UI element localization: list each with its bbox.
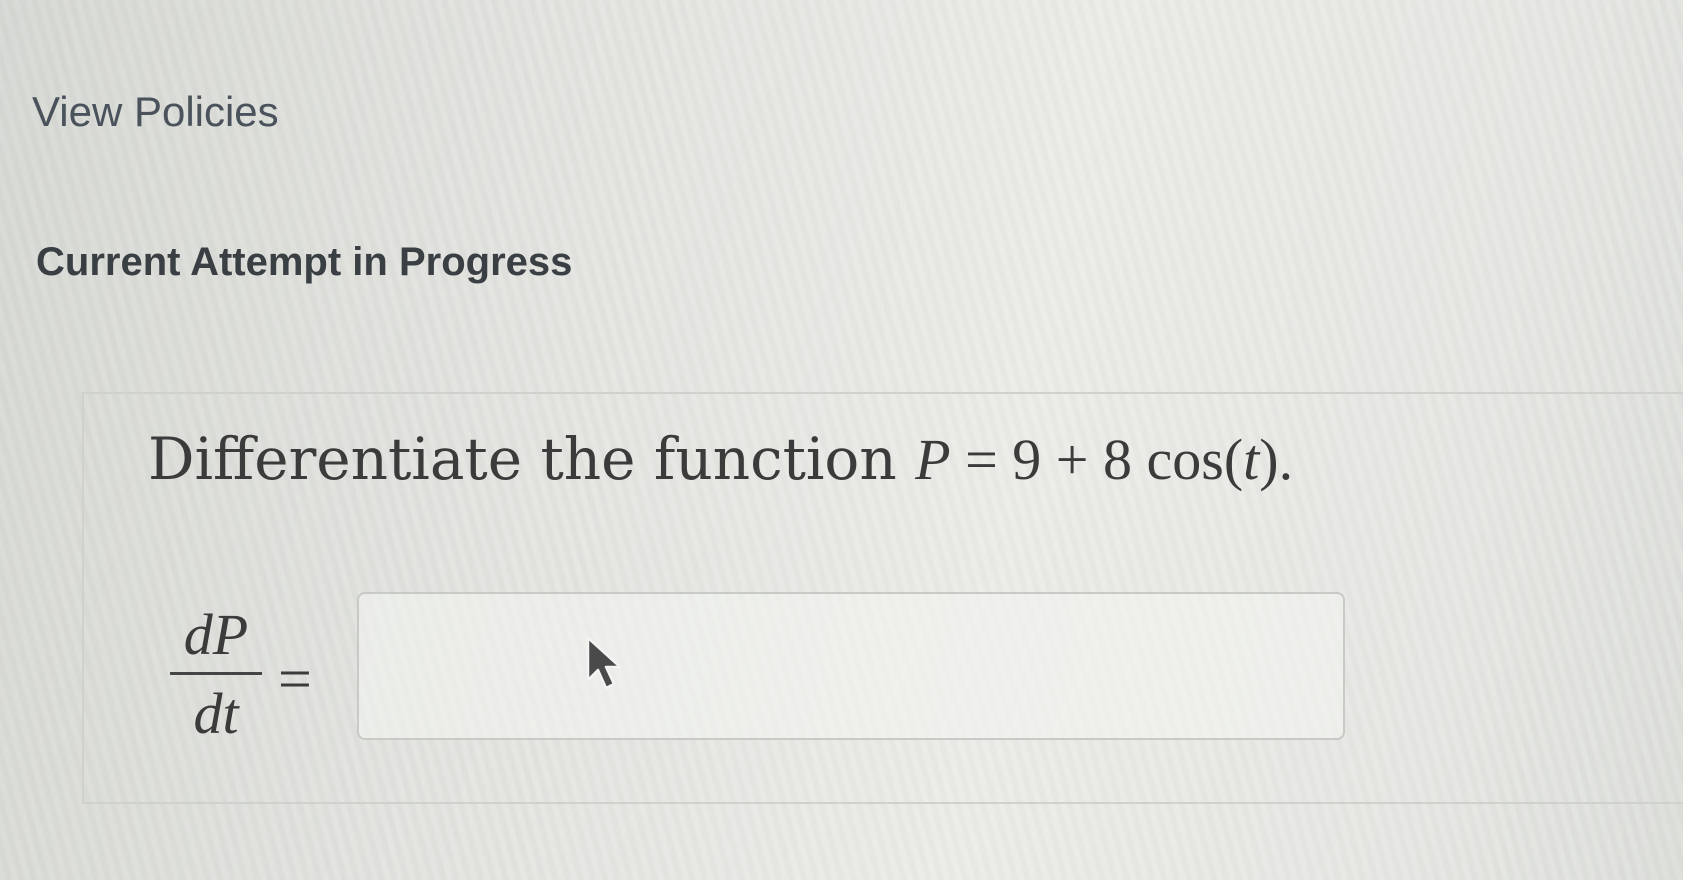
question-prompt: Differentiate the function P = 9 + 8 cos… xyxy=(148,425,1293,493)
fraction-numerator: dP xyxy=(183,602,249,667)
view-policies-link[interactable]: View Policies xyxy=(32,88,279,136)
answer-input-field[interactable] xyxy=(357,592,1345,740)
fraction-denominator: dt xyxy=(193,681,239,746)
arrow-pointer-icon xyxy=(586,636,622,690)
question-prompt-text: Differentiate the function xyxy=(148,425,897,493)
attempt-status-heading: Current Attempt in Progress xyxy=(36,240,573,284)
function-argument: t xyxy=(1243,427,1260,492)
function-rhs: = 9 + 8 cos( xyxy=(950,427,1244,492)
answer-label-fraction: dP dt xyxy=(170,600,262,749)
question-function: P = 9 + 8 cos(t). xyxy=(915,427,1293,492)
function-variable: P xyxy=(915,427,951,492)
answer-equals-sign: = xyxy=(278,646,312,712)
fraction-bar xyxy=(170,672,262,675)
function-end: ). xyxy=(1259,427,1294,492)
